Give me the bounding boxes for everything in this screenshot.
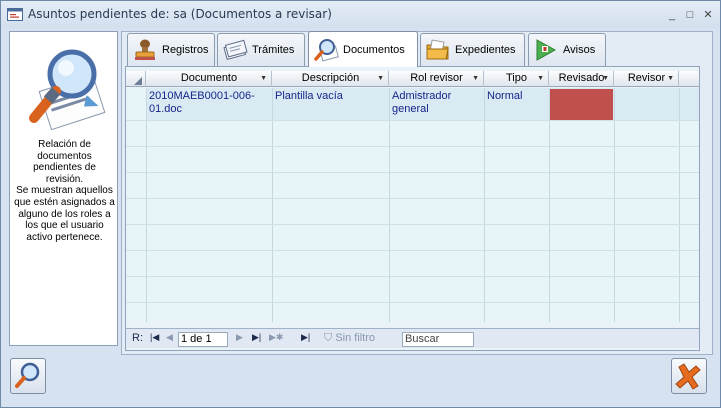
tab-tramites[interactable]: Trámites <box>217 33 305 66</box>
tab-label: Avisos <box>563 44 596 56</box>
grid-header: Documento ▼ Descripción ▼ Rol revisor ▼ Tip… <box>126 71 699 87</box>
exit-x-icon <box>675 363 701 390</box>
column-header-descripcion[interactable]: Descripción ▼ <box>273 71 389 87</box>
description-text: Relación de documentos pendientes de rev… <box>14 139 115 243</box>
magnifier-document-icon <box>29 49 106 131</box>
tab-expedientes[interactable]: Expedientes <box>420 33 525 66</box>
close-button[interactable]: ✕ <box>701 9 715 21</box>
cell-descripcion[interactable]: Plantilla vacía <box>275 90 385 103</box>
alert-icon <box>536 39 557 61</box>
last-record-icon[interactable]: ▶| <box>252 332 261 343</box>
chevron-down-icon[interactable]: ▼ <box>472 71 479 86</box>
documents-grid: Documento ▼ Descripción ▼ Rol revisor ▼ Tip… <box>125 66 700 351</box>
chevron-down-icon[interactable]: ▼ <box>602 71 609 86</box>
chevron-down-icon[interactable]: ▼ <box>260 71 267 86</box>
first-record-icon[interactable]: |◀ <box>150 332 159 343</box>
papers-icon <box>223 39 248 60</box>
record-navigation-bar: R: |◀ ◀ 1 de 1 ▶ ▶| ▶✱ ▶| ⛉ Sin filtro B… <box>126 328 699 348</box>
revisado-status-cell[interactable] <box>550 89 613 120</box>
next-record-icon[interactable]: ▶ <box>236 332 243 343</box>
column-header-tipo[interactable]: Tipo ▼ <box>485 71 549 87</box>
tab-label: Expedientes <box>455 44 516 56</box>
exit-button[interactable] <box>671 358 707 394</box>
chevron-down-icon[interactable]: ▼ <box>377 71 384 86</box>
window-title: Asuntos pendientes de: sa (Documentos a … <box>28 7 332 21</box>
cell-tipo[interactable]: Normal <box>487 90 545 103</box>
tab-avisos[interactable]: Avisos <box>528 33 606 66</box>
search-magnifier-icon <box>15 362 40 388</box>
chevron-down-icon[interactable]: ▼ <box>537 71 544 86</box>
record-position-field[interactable]: 1 de 1 <box>178 332 228 347</box>
chevron-down-icon[interactable]: ▼ <box>667 71 674 86</box>
filter-label: Sin filtro <box>335 332 376 344</box>
maximize-button[interactable]: □ <box>683 9 697 21</box>
folder-icon <box>426 39 449 60</box>
column-header-revisado[interactable]: Revisado ▼ <box>550 71 614 87</box>
filter-icon: ⛉ <box>324 332 333 344</box>
tab-label: Registros <box>162 44 209 56</box>
select-all-corner[interactable] <box>126 71 146 87</box>
stamp-icon <box>135 39 155 60</box>
column-header-revisor[interactable]: Revisor ▼ <box>615 71 679 87</box>
end-record-icon[interactable]: ▶| <box>301 332 310 343</box>
record-label: R: <box>132 332 143 344</box>
grid-body: 2010MAEB0001-006-01.doc Plantilla vacía … <box>126 88 699 322</box>
cell-rol-revisor[interactable]: Admistrador general <box>392 90 480 116</box>
column-header-rol-revisor[interactable]: Rol revisor ▼ <box>390 71 484 87</box>
search-input[interactable]: Buscar <box>402 332 474 347</box>
tab-label: Trámites <box>252 44 295 56</box>
tab-registros[interactable]: Registros <box>127 33 215 66</box>
info-panel: Relación de documentos pendientes de rev… <box>9 31 118 346</box>
magnifier-document-icon <box>314 38 339 61</box>
form-window-icon <box>7 8 23 21</box>
tab-label: Documentos <box>343 43 405 56</box>
previous-record-icon[interactable]: ◀ <box>166 332 173 343</box>
title-bar: Asuntos pendientes de: sa (Documentos a … <box>1 1 720 28</box>
cell-documento[interactable]: 2010MAEB0001-006-01.doc <box>149 90 267 116</box>
minimize-button[interactable]: _ <box>665 9 679 21</box>
search-button[interactable] <box>10 358 46 394</box>
no-filter-button[interactable]: ⛉ Sin filtro <box>324 332 375 345</box>
column-header-documento[interactable]: Documento ▼ <box>147 71 272 87</box>
new-record-icon[interactable]: ▶✱ <box>269 332 283 343</box>
tab-documentos[interactable]: Documentos <box>308 31 418 67</box>
